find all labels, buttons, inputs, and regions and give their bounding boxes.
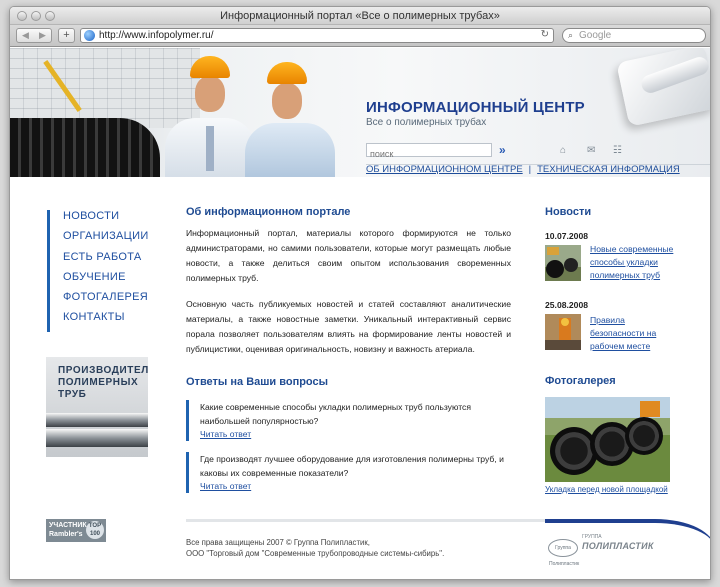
back-forward-buttons[interactable]: ◀ ▶	[16, 28, 52, 43]
about-heading: Об информационном портале	[186, 206, 351, 218]
sidebar-item-jobs[interactable]: ЕСТЬ РАБОТА	[63, 251, 149, 271]
faq-read-answer-link[interactable]: Читать ответ	[200, 480, 506, 493]
excavator-image	[640, 401, 660, 417]
pipe-graphic	[46, 429, 148, 447]
title-bar: Информационный портал «Все о полимерных …	[10, 7, 710, 25]
polyplastic-logo-icon[interactable]: Группа Полипластик	[548, 539, 579, 567]
faq-heading: Ответы на Ваши вопросы	[186, 376, 329, 388]
hard-hat-right-icon	[267, 62, 307, 84]
pipe-end-image	[625, 417, 663, 455]
sidebar-item-training[interactable]: ОБУЧЕНИЕ	[63, 271, 149, 291]
add-bookmark-button[interactable]: +	[58, 28, 75, 43]
browser-search-field[interactable]: ⌕ Google	[562, 28, 706, 43]
search-go-icon[interactable]: »	[499, 143, 506, 157]
forward-arrow-icon[interactable]: ▶	[39, 30, 46, 41]
news-photo-icon	[545, 314, 581, 350]
faq-item: Какие современные способы укладки полиме…	[186, 400, 506, 441]
sidebar-item-gallery[interactable]: ФОТОГАЛЕРЕЯ	[63, 291, 149, 311]
nav-about-link[interactable]: ОБ ИНФОРМАЦИОННОМ ЦЕНТРЕ	[366, 164, 523, 175]
news-date: 25.08.2008	[545, 300, 589, 310]
faq-question: Где производят лучшее оборудование для и…	[200, 454, 504, 478]
about-paragraph: Информационный портал, материалы которог…	[186, 228, 511, 283]
producer-banner-text: ПРОИЗВОДИТЕЛЬ ПОЛИМЕРНЫХ ТРУБ	[58, 365, 148, 401]
news-thumbnail[interactable]	[545, 245, 581, 281]
producer-banner[interactable]: ПРОИЗВОДИТЕЛЬ ПОЛИМЕРНЫХ ТРУБ	[46, 357, 148, 457]
top100-icon: TOP 100	[86, 521, 104, 539]
browser-search-placeholder: Google	[579, 30, 612, 41]
news-heading: Новости	[545, 206, 592, 218]
mail-icon[interactable]: ✉	[587, 145, 595, 156]
about-paragraph: Основную часть публикуемых новостей и ст…	[186, 299, 511, 354]
site-title: ИНФОРМАЦИОННЫЙ ЦЕНТР	[366, 99, 585, 116]
news-photo-icon	[545, 245, 581, 281]
copyright-line-2: ООО "Торговый дом "Современные трубопров…	[186, 549, 445, 558]
nav-technical-link[interactable]: ТЕХНИЧЕСКАЯ ИНФОРМАЦИЯ	[537, 164, 680, 175]
copyright-line-1: Все права защищены 2007 © Группа Полипла…	[186, 538, 370, 547]
faq-item: Где производят лучшее оборудование для и…	[186, 452, 506, 493]
home-icon[interactable]: ⌂	[560, 145, 566, 156]
site-search-input[interactable]	[367, 148, 491, 160]
news-link[interactable]: Новые современные способы укладки полиме…	[590, 243, 680, 282]
site-search-field[interactable]	[366, 143, 492, 160]
sidebar-item-contacts[interactable]: КОНТАКТЫ	[63, 311, 149, 331]
producer-line-3: ТРУБ	[58, 389, 87, 400]
browser-toolbar: ◀ ▶ + http://www.infopolymer.ru/ ↻ ⌕ Goo…	[10, 25, 710, 47]
magnifier-icon: ⌕	[568, 30, 574, 40]
address-bar[interactable]: http://www.infopolymer.ru/ ↻	[80, 28, 554, 43]
site-header-banner: ИНФОРМАЦИОННЫЙ ЦЕНТР Все о полимерных тр…	[10, 48, 710, 177]
news-link[interactable]: Правила безопасности на рабочем месте	[590, 314, 680, 353]
tie-image	[206, 126, 214, 171]
footer-copyright: Все права защищены 2007 © Группа Полипла…	[186, 537, 444, 559]
gallery-heading: Фотогалерея	[545, 375, 616, 387]
pipe-graphic	[46, 413, 148, 427]
polyplastic-logo-text[interactable]: ПОЛИПЛАСТИК	[582, 541, 654, 551]
sidebar-menu: НОВОСТИ ОРГАНИЗАЦИИ ЕСТЬ РАБОТА ОБУЧЕНИЕ…	[47, 210, 149, 332]
faq-read-answer-link[interactable]: Читать ответ	[200, 428, 506, 441]
news-thumbnail[interactable]	[545, 314, 581, 350]
back-arrow-icon[interactable]: ◀	[22, 30, 29, 41]
engineer-right-image	[245, 123, 335, 177]
sidebar-item-organizations[interactable]: ОРГАНИЗАЦИИ	[63, 230, 149, 250]
url-text[interactable]: http://www.infopolymer.ru/	[99, 30, 214, 41]
window-title: Информационный портал «Все о полимерных …	[220, 10, 500, 22]
site-subtitle: Все о полимерных трубах	[366, 117, 487, 128]
producer-line-2: ПОЛИМЕРНЫХ	[58, 377, 139, 388]
news-date: 10.07.2008	[545, 231, 589, 241]
sidebar-item-news[interactable]: НОВОСТИ	[63, 210, 149, 230]
rambler-counter-badge[interactable]: УЧАСТНИК Rambler's TOP 100	[46, 519, 106, 542]
producer-line-1: ПРОИЗВОДИТЕЛЬ	[58, 365, 148, 376]
browser-window: Информационный портал «Все о полимерных …	[9, 6, 711, 580]
gallery-photo[interactable]	[545, 397, 670, 482]
sitemap-icon[interactable]: ☷	[613, 145, 622, 156]
gallery-caption-link[interactable]: Укладка перед новой площадкой	[545, 485, 668, 494]
blueprint-image	[10, 48, 200, 128]
pipes-image	[10, 118, 160, 177]
reload-icon[interactable]: ↻	[541, 29, 549, 40]
faq-question: Какие современные способы укладки полиме…	[200, 402, 472, 426]
globe-icon	[84, 30, 95, 41]
engineer-right-face	[272, 83, 302, 119]
engineer-left-face	[195, 76, 225, 112]
nav-separator: |	[528, 164, 532, 175]
top-navigation: ОБ ИНФОРМАЦИОННОМ ЦЕНТРЕ | ТЕХНИЧЕСКАЯ ИНФ…	[366, 164, 680, 175]
polyplastic-group-label: ГРУППА	[582, 534, 602, 540]
footer-divider	[186, 519, 546, 522]
